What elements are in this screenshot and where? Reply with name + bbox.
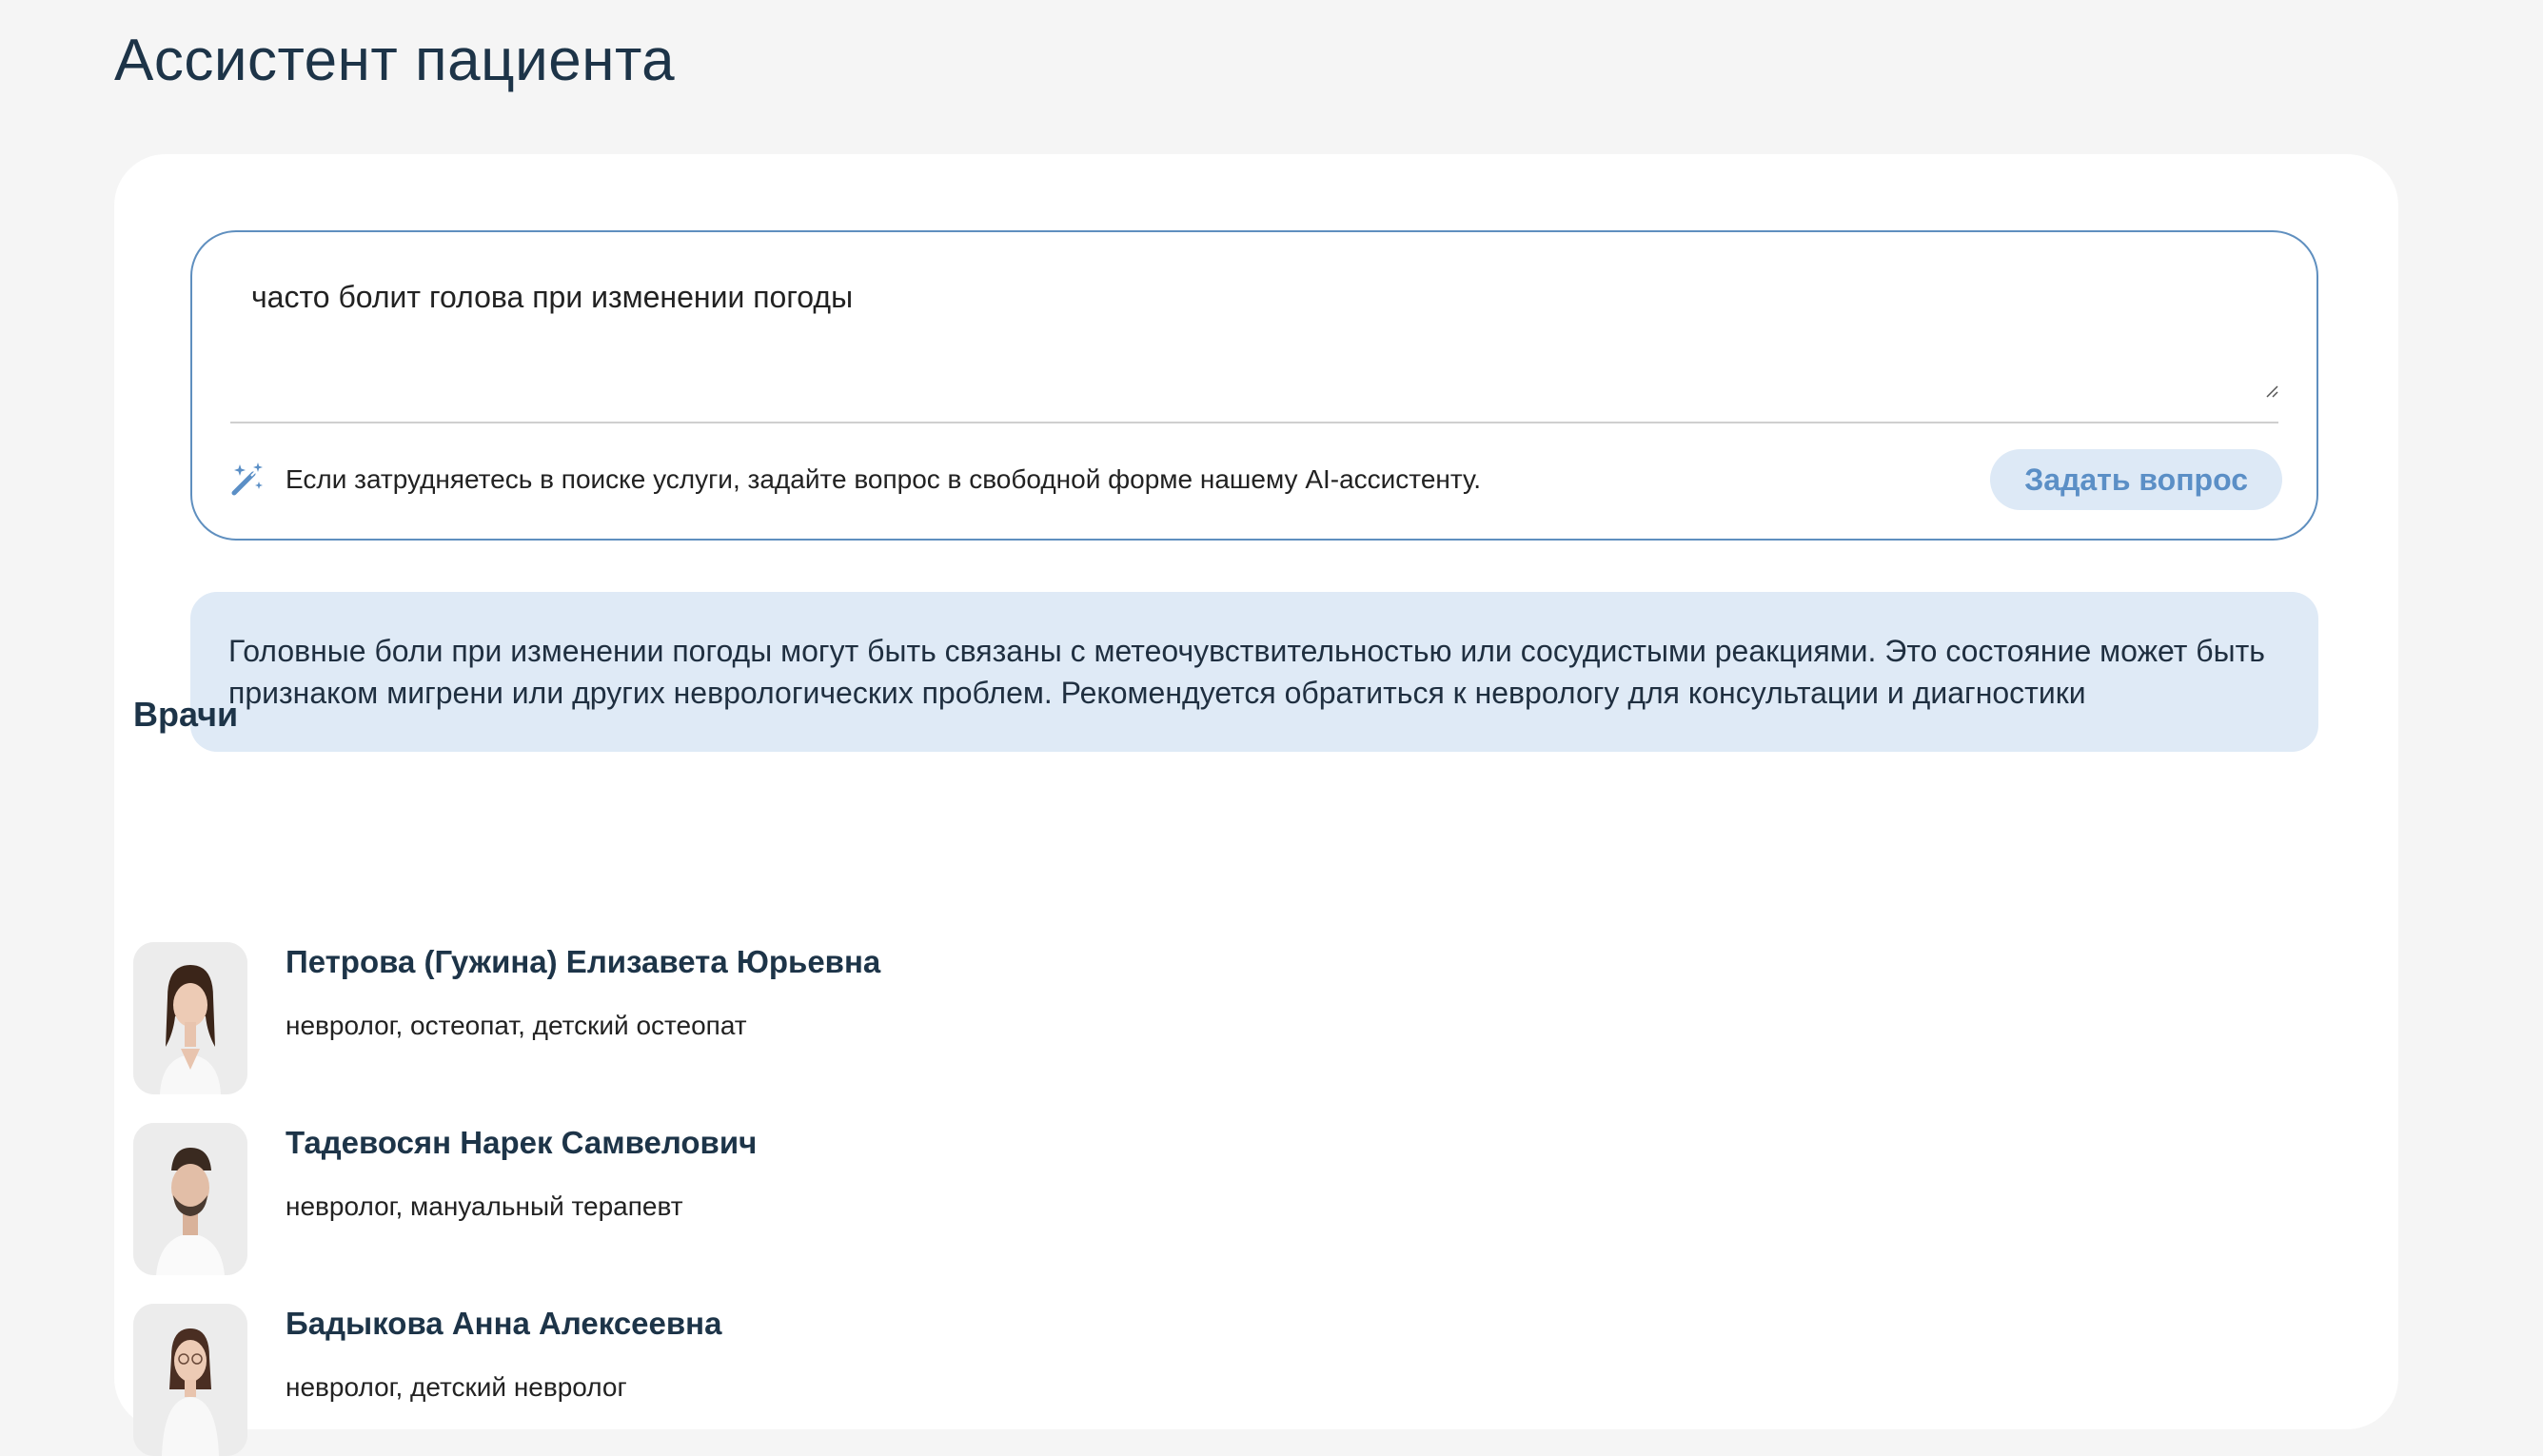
ask-question-button[interactable]: Задать вопрос bbox=[1990, 449, 2282, 510]
question-textarea[interactable]: часто болит голова при изменении погоды bbox=[230, 270, 2281, 346]
divider bbox=[230, 422, 2278, 423]
doctor-avatar[interactable] bbox=[133, 1304, 247, 1456]
doctor-specialty: невролог, мануальный терапевт bbox=[286, 1191, 683, 1221]
doctor-specialty: невролог, остеопат, детский остеопат bbox=[286, 1011, 747, 1040]
doctor-name[interactable]: Тадевосян Нарек Самвелович bbox=[286, 1125, 757, 1161]
resize-grip-icon[interactable] bbox=[2265, 384, 2278, 398]
hint-row: Если затрудняетесь в поиске услуги, зада… bbox=[228, 449, 2282, 510]
doctor-name[interactable]: Бадыкова Анна Алексеевна bbox=[286, 1306, 721, 1342]
doctor-card[interactable]: Тадевосян Нарек Самвелович невролог, ман… bbox=[133, 1123, 1275, 1275]
magic-wand-icon bbox=[231, 462, 263, 496]
doctor-card[interactable]: Петрова (Гужина) Елизавета Юрьевна невро… bbox=[133, 942, 1275, 1094]
page-title: Ассистент пациента bbox=[114, 28, 676, 93]
doctor-specialty: невролог, детский невролог bbox=[286, 1372, 627, 1402]
question-box: часто болит голова при изменении погоды … bbox=[190, 230, 2318, 541]
doctor-avatar[interactable] bbox=[133, 1123, 247, 1275]
doctor-card[interactable]: Бадыкова Анна Алексеевна невролог, детск… bbox=[133, 1304, 1275, 1456]
doctor-avatar[interactable] bbox=[133, 942, 247, 1094]
assistant-answer: Головные боли при изменении погоды могут… bbox=[190, 592, 2318, 752]
doctor-name[interactable]: Петрова (Гужина) Елизавета Юрьевна bbox=[286, 944, 880, 980]
hint-text: Если затрудняетесь в поиске услуги, зада… bbox=[286, 464, 1481, 494]
doctors-section-title: Врачи bbox=[133, 695, 239, 734]
